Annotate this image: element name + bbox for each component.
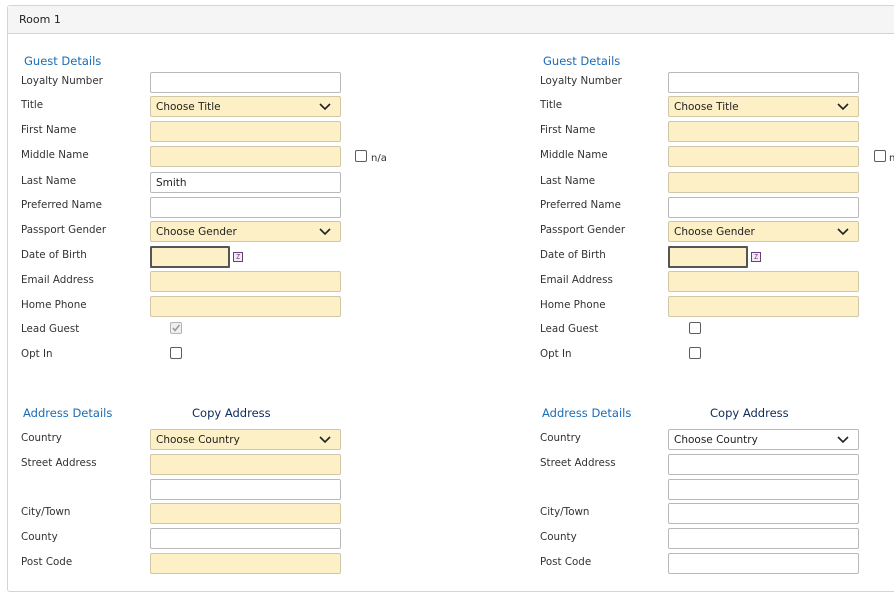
date-of-birth-label: Date of Birth	[540, 249, 606, 261]
calendar-icon[interactable]: Z	[751, 252, 761, 262]
preferred-name-input[interactable]	[150, 197, 341, 218]
county-label: County	[540, 531, 577, 543]
lead-guest-checkbox[interactable]	[689, 322, 701, 334]
chevron-down-icon	[319, 436, 331, 444]
middle-name-na-label: n	[889, 153, 894, 164]
chevron-down-icon	[837, 103, 849, 111]
home-phone-label: Home Phone	[540, 299, 606, 311]
lead-guest-checkbox[interactable]	[170, 322, 182, 334]
loyalty-number-label: Loyalty Number	[540, 75, 622, 87]
last-name-label: Last Name	[21, 175, 77, 187]
street-address-line1-input[interactable]	[668, 454, 859, 475]
chevron-down-icon	[319, 103, 331, 111]
loyalty-number-label: Loyalty Number	[21, 75, 103, 87]
preferred-name-label: Preferred Name	[21, 199, 102, 211]
post-code-label: Post Code	[540, 556, 592, 568]
county-input[interactable]	[668, 528, 859, 549]
panel-header: Room 1	[8, 6, 894, 34]
county-label: County	[21, 531, 58, 543]
preferred-name-input[interactable]	[668, 197, 859, 218]
panel-title: Room 1	[19, 13, 61, 26]
lead-guest-label: Lead Guest	[540, 323, 599, 335]
email-address-input[interactable]	[668, 271, 859, 292]
title-label: Title	[21, 99, 44, 111]
address-details-title: Address Details	[23, 406, 113, 420]
street-address-label: Street Address	[21, 457, 97, 469]
passport-gender-select[interactable]: Choose Gender	[668, 221, 859, 242]
post-code-input[interactable]	[668, 553, 859, 574]
passport-gender-value: Choose Gender	[674, 226, 755, 238]
copy-address-link[interactable]: Copy Address	[192, 406, 271, 420]
last-name-value: Smith	[156, 177, 187, 189]
email-address-input[interactable]	[150, 271, 341, 292]
middle-name-input[interactable]	[150, 146, 341, 167]
passport-gender-label: Passport Gender	[540, 224, 626, 236]
street-address-label: Street Address	[540, 457, 616, 469]
copy-address-link[interactable]: Copy Address	[710, 406, 789, 420]
calendar-icon[interactable]: Z	[233, 252, 243, 262]
country-select[interactable]: Choose Country	[668, 429, 859, 450]
opt-in-checkbox[interactable]	[689, 347, 701, 359]
passport-gender-select[interactable]: Choose Gender	[150, 221, 341, 242]
opt-in-label: Opt In	[540, 348, 572, 360]
last-name-input[interactable]	[668, 172, 859, 193]
title-select-value: Choose Title	[156, 101, 221, 113]
country-select[interactable]: Choose Country	[150, 429, 341, 450]
home-phone-input[interactable]	[668, 296, 859, 317]
middle-name-label: Middle Name	[540, 149, 608, 161]
first-name-input[interactable]	[150, 121, 341, 142]
first-name-label: First Name	[540, 124, 596, 136]
date-of-birth-input[interactable]	[150, 246, 230, 268]
date-of-birth-label: Date of Birth	[21, 249, 87, 261]
title-select[interactable]: Choose Title	[150, 96, 341, 117]
city-town-input[interactable]	[150, 503, 341, 524]
city-town-label: City/Town	[540, 506, 590, 518]
title-select-value: Choose Title	[674, 101, 739, 113]
county-input[interactable]	[150, 528, 341, 549]
middle-name-label: Middle Name	[21, 149, 89, 161]
city-town-input[interactable]	[668, 503, 859, 524]
middle-name-na-label: n/a	[371, 153, 387, 164]
loyalty-number-input[interactable]	[150, 72, 341, 93]
chevron-down-icon	[837, 228, 849, 236]
last-name-label: Last Name	[540, 175, 596, 187]
passport-gender-value: Choose Gender	[156, 226, 237, 238]
address-details-title: Address Details	[542, 406, 632, 420]
guest-details-title: Guest Details	[543, 54, 621, 68]
passport-gender-label: Passport Gender	[21, 224, 107, 236]
post-code-label: Post Code	[21, 556, 73, 568]
lead-guest-label: Lead Guest	[21, 323, 80, 335]
post-code-input[interactable]	[150, 553, 341, 574]
middle-name-input[interactable]	[668, 146, 859, 167]
chevron-down-icon	[837, 436, 849, 444]
guest-details-title: Guest Details	[24, 54, 102, 68]
title-label: Title	[540, 99, 563, 111]
street-address-line1-input[interactable]	[150, 454, 341, 475]
preferred-name-label: Preferred Name	[540, 199, 621, 211]
date-of-birth-input[interactable]	[668, 246, 748, 268]
last-name-input[interactable]: Smith	[150, 172, 341, 193]
opt-in-label: Opt In	[21, 348, 53, 360]
email-address-label: Email Address	[21, 274, 94, 286]
street-address-line2-input[interactable]	[150, 479, 341, 500]
loyalty-number-input[interactable]	[668, 72, 859, 93]
country-label: Country	[21, 432, 62, 444]
home-phone-input[interactable]	[150, 296, 341, 317]
checkmark-icon	[172, 324, 181, 332]
email-address-label: Email Address	[540, 274, 613, 286]
middle-name-na-checkbox[interactable]	[355, 150, 367, 162]
opt-in-checkbox[interactable]	[170, 347, 182, 359]
country-select-value: Choose Country	[156, 434, 240, 446]
country-select-value: Choose Country	[674, 434, 758, 446]
home-phone-label: Home Phone	[21, 299, 87, 311]
street-address-line2-input[interactable]	[668, 479, 859, 500]
city-town-label: City/Town	[21, 506, 71, 518]
first-name-input[interactable]	[668, 121, 859, 142]
chevron-down-icon	[319, 228, 331, 236]
middle-name-na-checkbox[interactable]	[874, 150, 886, 162]
country-label: Country	[540, 432, 581, 444]
title-select[interactable]: Choose Title	[668, 96, 859, 117]
first-name-label: First Name	[21, 124, 77, 136]
